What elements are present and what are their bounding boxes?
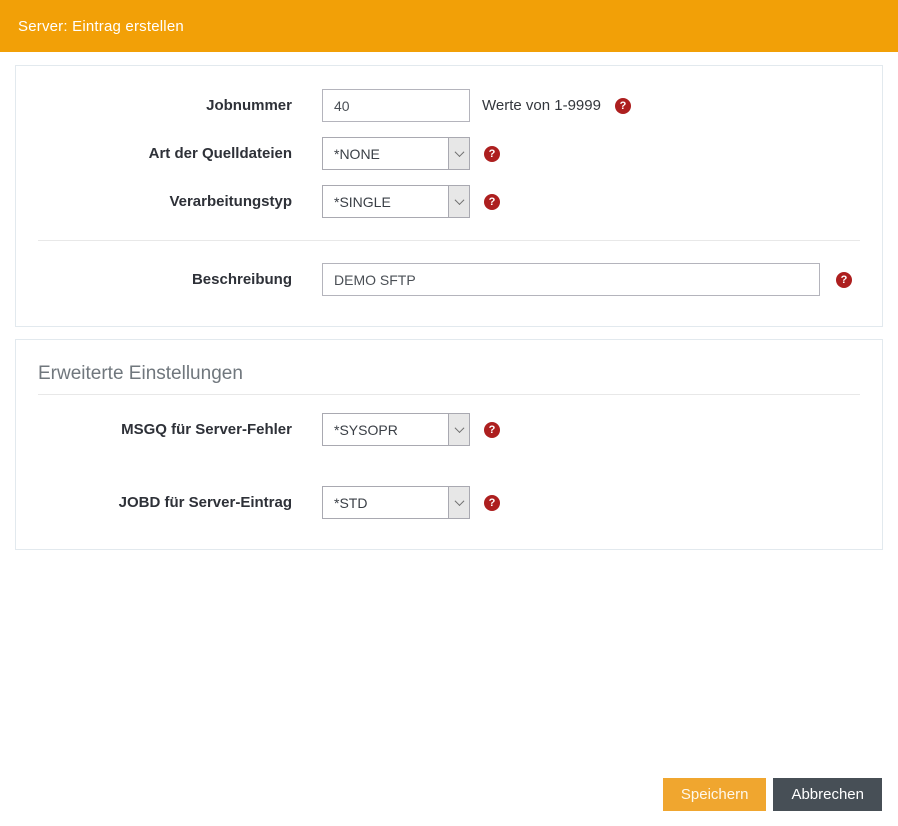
select-value: *STD <box>323 487 448 518</box>
quelldateien-select[interactable]: *NONE <box>322 137 470 170</box>
form-row-verarbeitungstyp: Verarbeitungstyp *SINGLE ? <box>38 185 860 218</box>
beschreibung-label: Beschreibung <box>38 271 292 288</box>
msgq-select[interactable]: *SYSOPR <box>322 413 470 446</box>
section-divider <box>38 240 860 241</box>
quelldateien-label: Art der Quelldateien <box>38 145 292 162</box>
jobnummer-label: Jobnummer <box>38 97 292 114</box>
beschreibung-input[interactable] <box>322 263 820 296</box>
jobd-label: JOBD für Server-Eintrag <box>38 494 292 511</box>
select-value: *NONE <box>323 138 448 169</box>
form-row-jobnummer: Jobnummer Werte von 1-9999 ? <box>38 89 860 122</box>
help-icon[interactable]: ? <box>615 98 631 114</box>
footer-actions: Speichern Abbrechen <box>663 778 882 811</box>
chevron-down-icon <box>448 186 469 217</box>
help-icon[interactable]: ? <box>836 272 852 288</box>
verarbeitungstyp-label: Verarbeitungstyp <box>38 193 292 210</box>
chevron-down-icon <box>448 414 469 445</box>
form-row-msgq: MSGQ für Server-Fehler *SYSOPR ? <box>38 413 860 446</box>
save-button[interactable]: Speichern <box>663 778 767 811</box>
advanced-settings-panel: Erweiterte Einstellungen MSGQ für Server… <box>15 339 883 550</box>
cancel-button[interactable]: Abbrechen <box>773 778 882 811</box>
verarbeitungstyp-select[interactable]: *SINGLE <box>322 185 470 218</box>
form-row-jobd: JOBD für Server-Eintrag *STD ? <box>38 486 860 519</box>
form-row-quelldateien: Art der Quelldateien *NONE ? <box>38 137 860 170</box>
select-value: *SYSOPR <box>323 414 448 445</box>
select-value: *SINGLE <box>323 186 448 217</box>
title-bar: Server: Eintrag erstellen <box>0 0 898 52</box>
form-row-beschreibung: Beschreibung ? <box>38 263 860 296</box>
basic-settings-panel: Jobnummer Werte von 1-9999 ? Art der Que… <box>15 65 883 327</box>
msgq-label: MSGQ für Server-Fehler <box>38 421 292 438</box>
jobd-select[interactable]: *STD <box>322 486 470 519</box>
help-icon[interactable]: ? <box>484 146 500 162</box>
help-icon[interactable]: ? <box>484 495 500 511</box>
jobnummer-input[interactable] <box>322 89 470 122</box>
main-content: Jobnummer Werte von 1-9999 ? Art der Que… <box>0 52 898 550</box>
help-icon[interactable]: ? <box>484 422 500 438</box>
chevron-down-icon <box>448 487 469 518</box>
jobnummer-hint: Werte von 1-9999 <box>482 97 601 114</box>
chevron-down-icon <box>448 138 469 169</box>
page-title: Server: Eintrag erstellen <box>18 18 184 35</box>
advanced-settings-heading: Erweiterte Einstellungen <box>38 363 860 395</box>
help-icon[interactable]: ? <box>484 194 500 210</box>
